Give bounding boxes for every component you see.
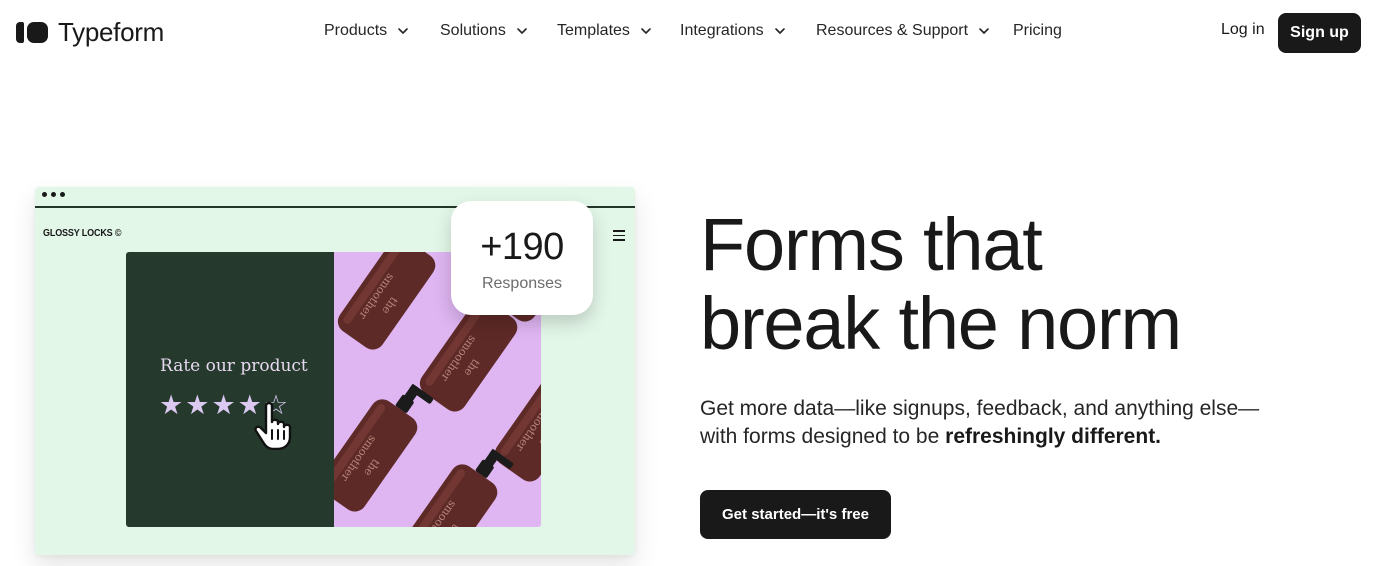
login-link[interactable]: Log in: [1221, 21, 1265, 39]
chevron-down-icon: [640, 25, 652, 37]
nav-item-label: Solutions: [440, 22, 506, 39]
hero-headline: Forms that break the norm: [700, 203, 1182, 365]
nav-item-label: Resources & Support: [816, 22, 969, 39]
responses-label: Responses: [481, 275, 563, 292]
typeform-logo-icon: [16, 22, 48, 43]
product-demo-illustration: GLOSSY LOCKS © Rate our product ★ ★ ★ ★ …: [35, 187, 635, 555]
typeform-logo[interactable]: Typeform: [16, 17, 164, 48]
nav-item-integrations[interactable]: Integrations: [680, 22, 786, 40]
chevron-down-icon: [774, 25, 786, 37]
window-dots-icon: [42, 192, 65, 197]
responses-card: +190 Responses: [451, 201, 593, 315]
nav-item-label: Integrations: [680, 22, 764, 39]
star-icon: ★: [159, 390, 184, 420]
chevron-down-icon: [978, 25, 990, 37]
demo-brand-name: GLOSSY LOCKS ©: [43, 227, 122, 239]
nav-item-products[interactable]: Products: [324, 22, 409, 40]
chevron-down-icon: [397, 25, 409, 37]
nav-item-label: Products: [324, 22, 388, 39]
rating-prompt: Rate our product: [160, 356, 308, 376]
nav-item-pricing[interactable]: Pricing: [1013, 22, 1062, 40]
star-icon: ★: [185, 390, 210, 420]
star-icon: ★: [211, 390, 236, 420]
chevron-down-icon: [516, 25, 528, 37]
headline-line-2: break the norm: [700, 282, 1182, 365]
hero-subtext: Get more data—like signups, feedback, an…: [700, 395, 1290, 451]
site-header: Typeform Products Solutions Templates In…: [0, 0, 1396, 64]
nav-item-label: Templates: [557, 22, 630, 39]
nav-item-label: Pricing: [1013, 22, 1062, 39]
subtext-emphasis: refreshingly different.: [945, 425, 1162, 448]
get-started-button[interactable]: Get started—it's free: [700, 490, 891, 539]
headline-line-1: Forms that: [700, 203, 1043, 286]
hamburger-menu-icon: [613, 230, 625, 244]
rating-panel: Rate our product ★ ★ ★ ★ ☆: [126, 252, 334, 527]
pointer-hand-icon: [254, 400, 300, 455]
logo-wordmark: Typeform: [58, 17, 164, 47]
signup-button[interactable]: Sign up: [1278, 13, 1361, 53]
nav-item-resources-support[interactable]: Resources & Support: [816, 22, 990, 40]
nav-item-solutions[interactable]: Solutions: [440, 22, 528, 40]
nav-item-templates[interactable]: Templates: [557, 22, 652, 40]
responses-count: +190: [480, 226, 564, 268]
